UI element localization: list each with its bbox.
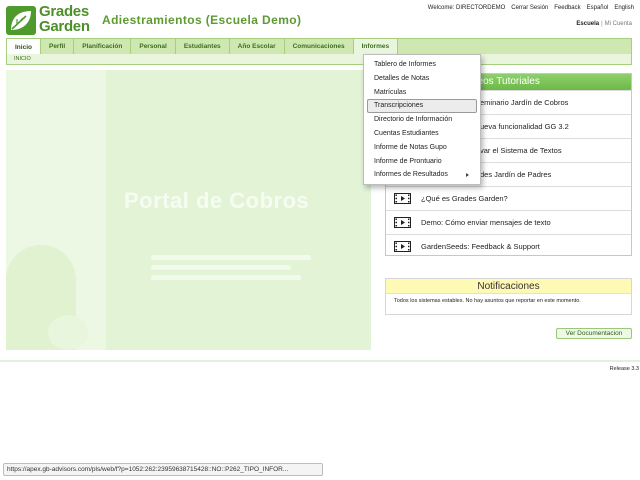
breadcrumb: INICIO <box>6 54 632 65</box>
banner-title: Portal de Cobros <box>124 188 310 213</box>
menu-item-label: Tablero de Informes <box>374 61 436 68</box>
footer-divider <box>0 360 640 362</box>
film-icon <box>394 241 411 252</box>
menu-item-transcripciones[interactable]: Transcripciones <box>367 99 477 114</box>
logout-link[interactable]: Cerrar Sesión <box>511 5 548 11</box>
welcome-text: Welcome: DIRECTORDEMO <box>427 5 506 11</box>
view-documentation-button[interactable]: Ver Documentacion <box>556 328 632 339</box>
banner-text-line <box>151 275 301 280</box>
submenu-arrow-icon <box>466 173 469 178</box>
menu-item-informes-resultados[interactable]: Informes de Resultados <box>367 168 477 182</box>
video-label: ueva funcionalidad GG 3.2 <box>480 122 569 131</box>
menu-item-cuentas-estudiantes[interactable]: Cuentas Estudiantes <box>367 127 477 141</box>
menu-item-informe-prontuario[interactable]: Informe de Prontuario <box>367 155 477 169</box>
menu-item-label: Informe de Notas Gupo <box>374 143 447 151</box>
account-links: Escuela | Mi Cuenta <box>576 21 632 27</box>
film-icon <box>394 217 411 228</box>
menu-item-label: Directorio de Información <box>374 116 453 124</box>
menu-item-label: Transcripciones <box>374 102 424 110</box>
top-links: Welcome: DIRECTORDEMO Cerrar Sesión Feed… <box>428 5 634 11</box>
tab-ano-escolar[interactable]: Año Escolar <box>230 39 285 54</box>
menu-item-directorio-informacion[interactable]: Directorio de Información <box>367 113 477 127</box>
banner-text-line <box>151 265 291 270</box>
notifications-message: Todos los sistemas estables. No hay asun… <box>394 298 581 304</box>
english-link[interactable]: English <box>614 5 634 11</box>
menu-item-label: Cuentas Estudiantes <box>374 129 439 137</box>
tab-planificacion[interactable]: Planificación <box>74 39 132 54</box>
menu-item-matriculas[interactable]: Matrículas <box>367 86 477 100</box>
logo-line-1: Grades <box>39 3 89 20</box>
tab-informes[interactable]: Informes <box>353 39 399 54</box>
menu-item-label: Matrículas <box>374 88 407 96</box>
my-account-link[interactable]: Mi Cuenta <box>605 21 632 27</box>
tab-personal[interactable]: Personal <box>131 39 176 54</box>
account-separator: | <box>601 21 603 27</box>
video-label: GardenSeeds: Feedback & Support <box>421 242 540 251</box>
video-label: ¿Qué es Grades Garden? <box>421 194 508 203</box>
portal-banner: Portal de Cobros <box>6 70 371 350</box>
menu-item-label: Detalles de Notas <box>374 74 430 82</box>
logo-line-2: Garden <box>39 18 90 35</box>
feedback-link[interactable]: Feedback <box>554 5 580 11</box>
menu-item-tablero-informes[interactable]: Tablero de Informes <box>367 58 477 72</box>
video-item[interactable]: ¿Qué es Grades Garden? <box>386 186 631 210</box>
banner-text-line <box>151 255 311 260</box>
spanish-link[interactable]: Español <box>587 5 609 11</box>
school-link[interactable]: Escuela <box>576 21 599 27</box>
main-nav: Inicio Perfil Planificación Personal Est… <box>6 38 632 55</box>
notifications-title: Notificaciones <box>386 279 631 294</box>
menu-item-label: Informes de Resultados <box>374 171 448 179</box>
tab-perfil[interactable]: Perfil <box>41 39 75 54</box>
menu-item-detalles-notas[interactable]: Detalles de Notas <box>367 72 477 86</box>
menu-item-label: Informe de Prontuario <box>374 157 442 165</box>
informes-dropdown: Tablero de Informes Detalles de Notas Ma… <box>363 54 481 185</box>
menu-item-informe-notas-grupo[interactable]: Informe de Notas Gupo <box>367 141 477 155</box>
video-label: Demo: Cómo enviar mensajes de texto <box>421 218 551 227</box>
tab-inicio[interactable]: Inicio <box>7 39 41 55</box>
app-title: Adiestramientos (Escuela Demo) <box>102 13 302 27</box>
status-bar-url: https://apex.gb-advisors.com/pls/web/f?p… <box>3 463 323 476</box>
film-icon <box>394 193 411 204</box>
banner-decoration-small <box>48 315 88 350</box>
release-version: Release 3.3 <box>609 366 639 372</box>
notifications-panel: Notificaciones Todos los sistemas establ… <box>385 278 632 315</box>
video-label: var el Sistema de Textos <box>480 146 562 155</box>
video-label: des Jardín de Padres <box>480 170 552 179</box>
video-item[interactable]: GardenSeeds: Feedback & Support <box>386 234 631 258</box>
tab-estudiantes[interactable]: Estudiantes <box>176 39 230 54</box>
video-item[interactable]: Demo: Cómo enviar mensajes de texto <box>386 210 631 234</box>
logo[interactable]: Grades Garden <box>6 4 94 35</box>
logo-leaf-icon <box>6 6 36 35</box>
logo-text: Grades Garden <box>39 4 90 34</box>
video-label: eminario Jardín de Cobros <box>480 98 569 107</box>
tab-comunicaciones[interactable]: Comunicaciones <box>285 39 354 54</box>
